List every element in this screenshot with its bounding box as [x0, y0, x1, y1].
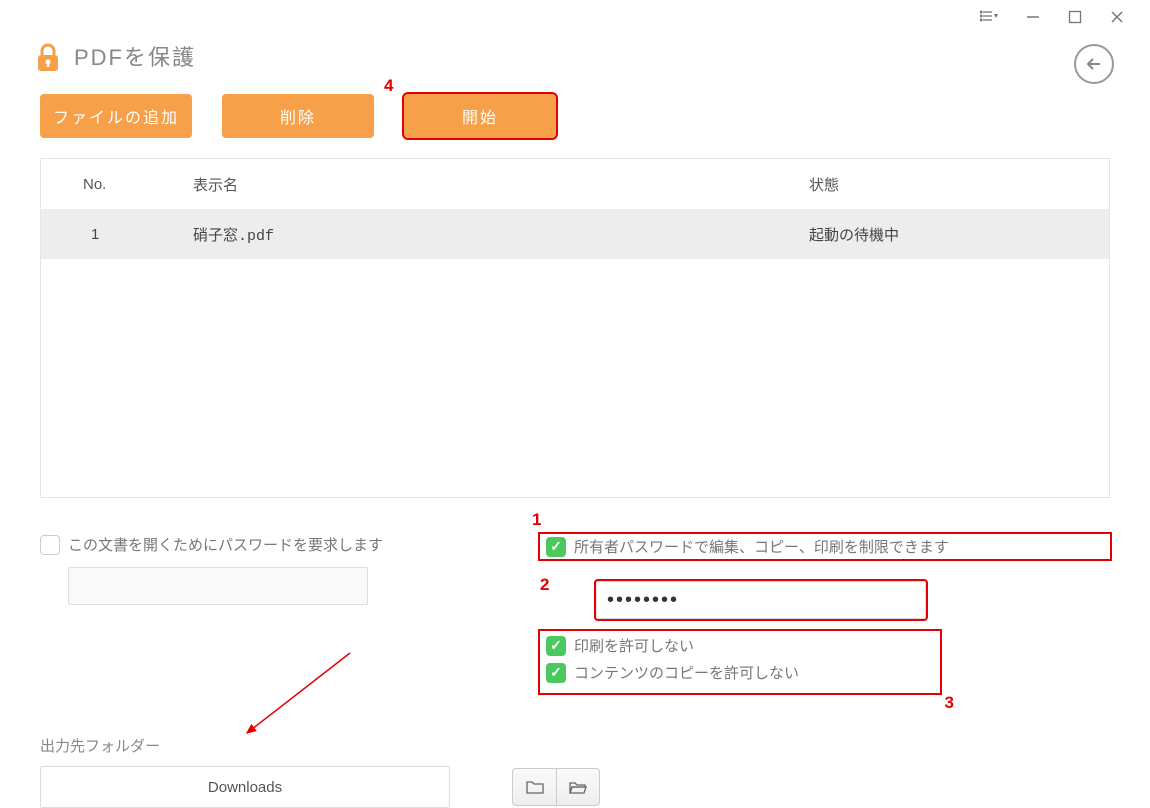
- minimize-button[interactable]: [1026, 10, 1040, 24]
- cell-name: 硝子窓.pdf: [181, 224, 809, 245]
- disallow-print-checkbox[interactable]: [546, 636, 566, 656]
- cell-status: 起動の待機中: [809, 224, 1109, 245]
- annotation-3: 3: [945, 693, 954, 713]
- open-password-label: この文書を開くためにパスワードを要求します: [68, 534, 383, 555]
- titlebar: [0, 0, 1150, 34]
- maximize-button[interactable]: [1068, 10, 1082, 24]
- close-button[interactable]: [1110, 10, 1124, 24]
- output-folder-input[interactable]: [40, 766, 450, 808]
- owner-password-checkbox[interactable]: [546, 537, 566, 557]
- table-row[interactable]: 1 硝子窓.pdf 起動の待機中: [41, 209, 1109, 259]
- browse-folder-button[interactable]: [512, 768, 556, 806]
- add-file-button[interactable]: ファイルの追加: [40, 94, 192, 138]
- open-password-checkbox[interactable]: [40, 535, 60, 555]
- disallow-print-label: 印刷を許可しない: [574, 635, 694, 656]
- table-header: No. 表示名 状態: [41, 159, 1109, 209]
- folder-open-icon: [569, 780, 587, 794]
- disallow-copy-checkbox[interactable]: [546, 663, 566, 683]
- owner-password-label: 所有者パスワードで編集、コピー、印刷を制限できます: [574, 536, 949, 557]
- file-table: No. 表示名 状態 1 硝子窓.pdf 起動の待機中: [40, 158, 1110, 498]
- output-folder-label: 出力先フォルダー: [40, 735, 1110, 756]
- folder-icon: [526, 780, 544, 794]
- annotation-1: 1: [532, 510, 541, 530]
- start-button[interactable]: 開始: [404, 94, 556, 138]
- page-title: PDFを保護: [74, 40, 196, 72]
- delete-button[interactable]: 削除: [222, 94, 374, 138]
- back-button[interactable]: [1074, 44, 1114, 84]
- menu-list-icon[interactable]: [980, 10, 998, 24]
- col-header-status: 状態: [809, 174, 1109, 195]
- disallow-copy-label: コンテンツのコピーを許可しない: [574, 662, 799, 683]
- open-password-input[interactable]: [68, 567, 368, 605]
- owner-password-input[interactable]: [596, 581, 926, 619]
- annotation-4: 4: [384, 76, 393, 96]
- col-header-name: 表示名: [181, 174, 809, 195]
- cell-no: 1: [41, 226, 181, 243]
- annotation-2: 2: [540, 575, 549, 595]
- col-header-no: No.: [41, 176, 181, 193]
- lock-icon: [34, 42, 62, 70]
- open-folder-button[interactable]: [556, 768, 600, 806]
